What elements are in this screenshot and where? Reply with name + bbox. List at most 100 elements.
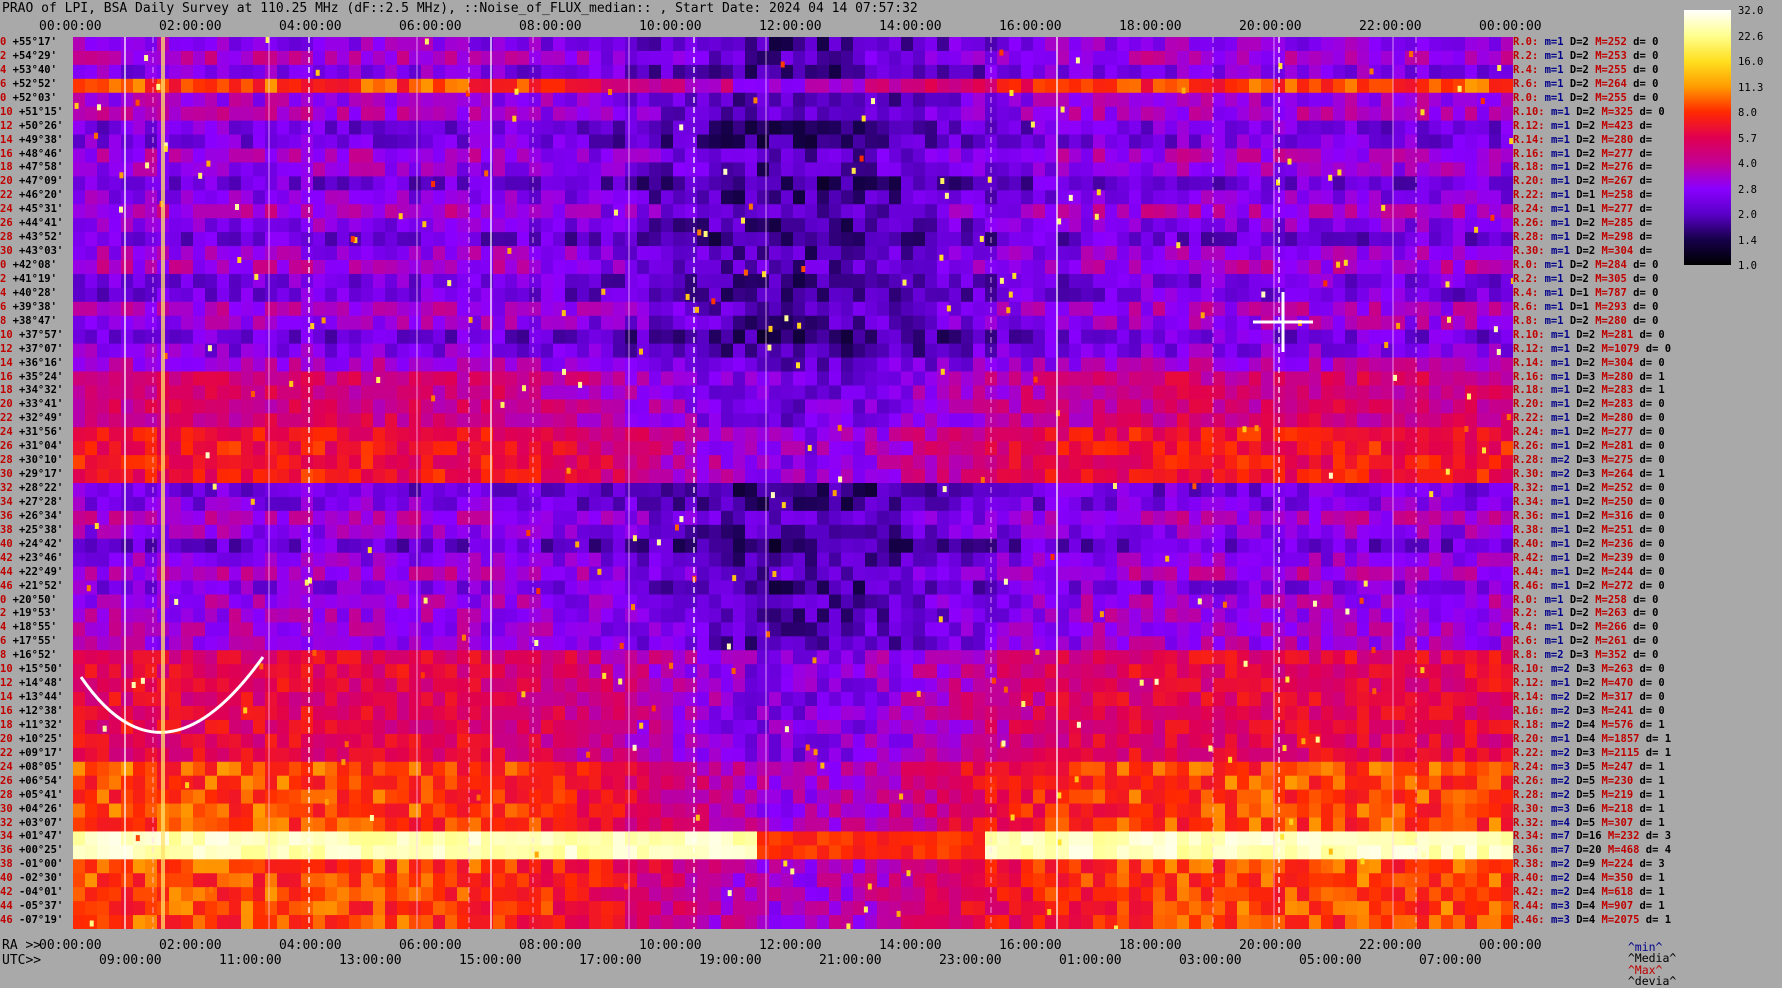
heatmap-cell — [121, 511, 134, 525]
heatmap-cell — [1033, 427, 1046, 441]
heatmap-cell — [793, 511, 806, 525]
heatmap-cell — [601, 302, 614, 316]
heatmap-cell — [1201, 441, 1214, 455]
heatmap-cell — [1213, 135, 1226, 149]
heatmap-cell — [973, 455, 986, 469]
heatmap-cell — [745, 469, 758, 483]
heatmap-cell — [1225, 51, 1238, 65]
heatmap-cell — [1309, 358, 1322, 372]
heatmap-cell — [865, 581, 878, 595]
heatmap-cell — [1237, 37, 1250, 51]
heatmap-cell — [301, 302, 314, 316]
heatmap-cell — [277, 246, 290, 260]
heatmap-cell — [1417, 232, 1430, 246]
heatmap-cell — [577, 51, 590, 65]
heatmap-cell — [565, 567, 578, 581]
heatmap-cell — [697, 539, 710, 553]
declination-value: +32°49' — [19, 412, 63, 424]
heatmap-cell — [1501, 176, 1513, 190]
heatmap-cell — [1201, 93, 1214, 107]
heatmap-cell — [649, 135, 662, 149]
heatmap-cell — [1237, 330, 1250, 344]
heatmap-cell — [1417, 455, 1430, 469]
heatmap-cell — [397, 176, 410, 190]
heatmap-cell — [853, 93, 866, 107]
heatmap-cell — [1369, 107, 1382, 121]
heatmap-cell — [829, 190, 842, 204]
declination-value: +26°34' — [19, 510, 63, 522]
heatmap-cell — [301, 455, 314, 469]
heatmap-cell — [1381, 37, 1394, 51]
heatmap-cell — [829, 65, 842, 79]
heatmap-cell — [541, 288, 554, 302]
heatmap-cell — [361, 316, 374, 330]
heatmap-cell — [973, 497, 986, 511]
heatmap-cell — [1333, 246, 1346, 260]
heatmap-cell — [337, 51, 350, 65]
heatmap-cell — [1081, 51, 1094, 65]
heatmap-cell — [661, 302, 674, 316]
heatmap-cell — [901, 469, 914, 483]
heatmap-cell — [469, 135, 482, 149]
heatmap-cell — [1057, 344, 1070, 358]
heatmap-cell — [385, 79, 398, 93]
heatmap-cell — [1021, 316, 1034, 330]
heatmap-cell — [337, 316, 350, 330]
heatmap-cell — [541, 455, 554, 469]
heatmap-cell — [577, 553, 590, 567]
heatmap-cell — [337, 107, 350, 121]
heatmap-cell — [1453, 330, 1466, 344]
heatmap-cell — [1045, 302, 1058, 316]
heatmap-cell — [145, 427, 158, 441]
heatmap-cell — [1345, 121, 1358, 135]
heatmap-cell — [445, 135, 458, 149]
heatmap-cell — [745, 385, 758, 399]
heatmap-cell — [1093, 441, 1106, 455]
heatmap-cell — [661, 358, 674, 372]
heatmap-cell — [1237, 162, 1250, 176]
heatmap-cell — [625, 330, 638, 344]
heatmap-cell — [541, 316, 554, 330]
heatmap-cell — [1309, 344, 1322, 358]
heatmap-cell — [1345, 511, 1358, 525]
heatmap-cell — [1453, 553, 1466, 567]
row-index: 2 — [0, 273, 13, 285]
top-tick-label: 14:00:00 — [879, 19, 942, 34]
declination-label: 22 +46°20' — [0, 190, 63, 201]
heatmap-cell — [829, 385, 842, 399]
heatmap-cell — [1237, 51, 1250, 65]
row-index: 28 — [0, 454, 19, 466]
heatmap-cell — [541, 302, 554, 316]
heatmap-cell — [1477, 232, 1490, 246]
heatmap-cell — [1237, 288, 1250, 302]
heatmap-cell — [1081, 246, 1094, 260]
heatmap-cell — [1033, 232, 1046, 246]
heatmap-cell — [229, 218, 242, 232]
heatmap-cell — [889, 316, 902, 330]
heatmap-cell — [901, 121, 914, 135]
heatmap-cell — [325, 79, 338, 93]
heatmap-cell — [1489, 525, 1502, 539]
heatmap-cell — [265, 135, 278, 149]
heatmap-cell — [613, 469, 626, 483]
heatmap-cell — [829, 232, 842, 246]
heatmap-cell — [505, 525, 518, 539]
heatmap-cell — [1429, 497, 1442, 511]
heatmap-cell — [325, 176, 338, 190]
heatmap-cell — [1153, 385, 1166, 399]
heatmap-cell — [1057, 162, 1070, 176]
heatmap-cell — [853, 427, 866, 441]
heatmap-cell — [1261, 511, 1274, 525]
heatmap-cell — [1153, 302, 1166, 316]
declination-value: +45°31' — [19, 203, 63, 215]
heatmap-cell — [145, 135, 158, 149]
heatmap-cell — [265, 567, 278, 581]
heatmap-cell — [769, 93, 782, 107]
heatmap-cell — [1093, 455, 1106, 469]
heatmap-cell — [613, 330, 626, 344]
heatmap-cell — [313, 385, 326, 399]
heatmap-cell — [217, 316, 230, 330]
heatmap-cell — [1201, 469, 1214, 483]
heatmap-cell — [925, 65, 938, 79]
heatmap-cell — [301, 330, 314, 344]
